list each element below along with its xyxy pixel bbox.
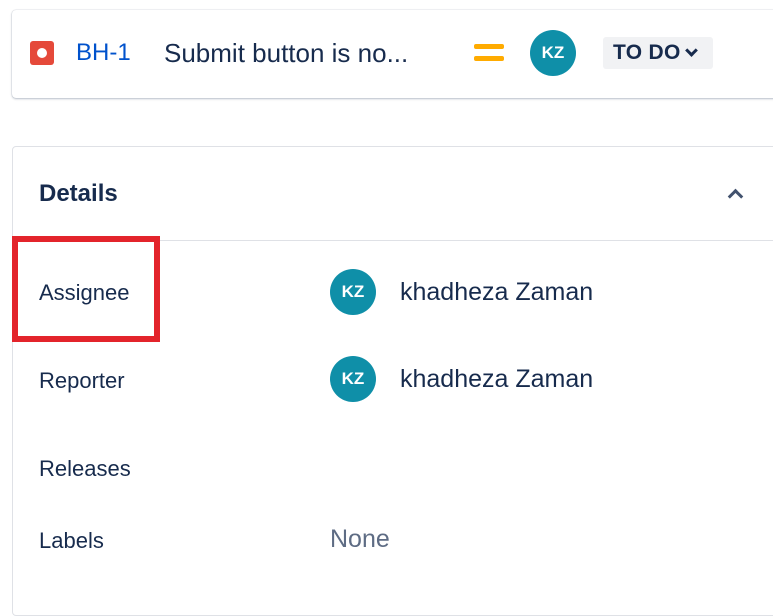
assignee-name: khadheza Zaman: [400, 277, 594, 306]
details-header[interactable]: Details: [13, 147, 773, 241]
reporter-label: Reporter: [39, 368, 125, 393]
assignee-label: Assignee: [39, 280, 130, 305]
chevron-down-icon: [684, 43, 698, 57]
bug-icon: [30, 41, 54, 65]
assignee-avatar[interactable]: KZ: [530, 30, 576, 76]
status-label: TO DO: [613, 41, 681, 64]
details-panel: Details Assignee KZ khadheza Zaman Repor…: [12, 146, 773, 616]
issue-card[interactable]: BH-1 Submit button is no... KZ TO DO: [12, 10, 773, 98]
issue-key-link[interactable]: BH-1: [76, 38, 131, 68]
issue-summary[interactable]: Submit button is no...: [164, 37, 408, 69]
avatar: KZ: [330, 356, 376, 402]
releases-label: Releases: [39, 456, 131, 481]
chevron-up-icon[interactable]: [727, 188, 744, 205]
priority-medium-icon: [474, 42, 504, 64]
assignee-value[interactable]: KZ khadheza Zaman: [330, 269, 593, 315]
labels-value[interactable]: None: [330, 525, 390, 554]
labels-label: Labels: [39, 528, 104, 553]
reporter-name: khadheza Zaman: [400, 364, 594, 393]
status-dropdown[interactable]: TO DO: [603, 37, 713, 69]
avatar: KZ: [330, 269, 376, 315]
reporter-value[interactable]: KZ khadheza Zaman: [330, 356, 593, 402]
details-title: Details: [39, 180, 118, 207]
